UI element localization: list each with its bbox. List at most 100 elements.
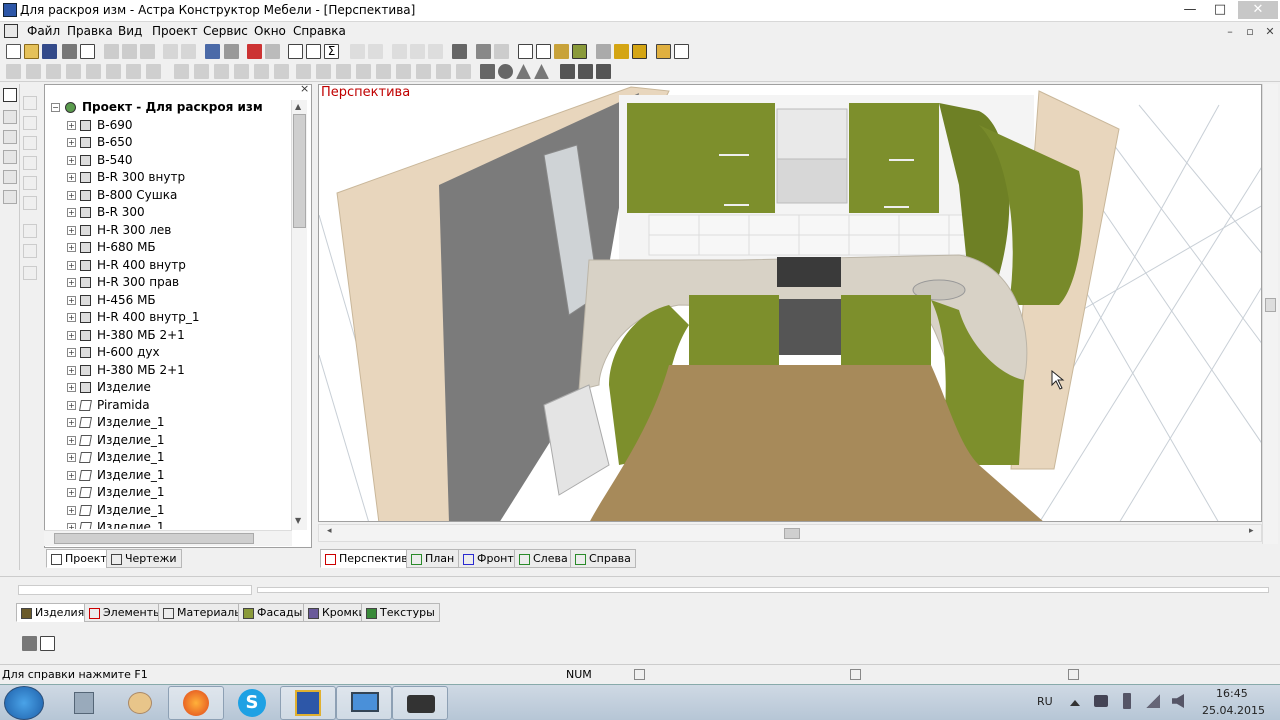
box-view-icon[interactable] <box>518 44 533 59</box>
menu-window[interactable]: Окно <box>254 24 286 38</box>
video-app-icon[interactable] <box>392 686 448 720</box>
expand-icon[interactable]: + <box>67 225 76 235</box>
tree-vertical-scrollbar[interactable]: ▲ ▼ <box>291 100 307 530</box>
delete-icon[interactable] <box>494 44 509 59</box>
tab-drawings[interactable]: Чертежи <box>106 549 182 568</box>
language-indicator[interactable]: RU <box>1037 695 1053 708</box>
menu-service[interactable]: Сервис <box>203 24 248 38</box>
expand-icon[interactable]: + <box>67 418 76 427</box>
scroll-right-icon[interactable]: ▸ <box>1249 526 1254 536</box>
skype-app-icon[interactable]: S <box>224 686 280 720</box>
expand-icon[interactable]: + <box>67 260 76 270</box>
firefox-app-icon[interactable] <box>168 686 224 720</box>
align-center-icon[interactable] <box>86 64 101 79</box>
texture-view-icon[interactable] <box>572 44 587 59</box>
scheme-icon[interactable] <box>288 44 303 59</box>
undo-icon[interactable] <box>163 44 178 59</box>
tool-f-icon[interactable] <box>23 196 37 210</box>
expand-icon[interactable]: + <box>67 470 76 480</box>
cabinet-icon[interactable] <box>306 44 321 59</box>
view-horizontal-scrollbar[interactable]: ◂ ▸ <box>318 524 1262 542</box>
tool-i-icon[interactable] <box>23 266 37 280</box>
dim-top-icon[interactable] <box>296 64 311 79</box>
grid-icon[interactable] <box>224 44 239 59</box>
wire-view-icon[interactable] <box>536 44 551 59</box>
align-right-icon[interactable] <box>26 64 41 79</box>
new-file-icon[interactable] <box>6 44 21 59</box>
light-icon[interactable] <box>632 44 647 59</box>
expand-icon[interactable]: + <box>67 278 76 287</box>
scroll-down-icon[interactable]: ▼ <box>295 516 301 525</box>
tool-e-icon[interactable] <box>23 176 37 190</box>
perspective-viewport[interactable]: Перспектива <box>318 84 1262 522</box>
zoom-out-icon[interactable] <box>410 44 425 59</box>
tool-a-icon[interactable] <box>23 96 37 110</box>
preview-small-icon[interactable] <box>40 636 55 651</box>
expand-icon[interactable]: + <box>67 243 76 252</box>
pen-icon[interactable] <box>3 110 17 124</box>
tab-products[interactable]: Изделия <box>16 603 90 622</box>
dim-bottom-icon[interactable] <box>316 64 331 79</box>
paint-app-icon[interactable] <box>112 686 168 720</box>
pyramid-icon[interactable] <box>534 64 549 79</box>
dim-grid-icon[interactable] <box>396 64 411 79</box>
sum-icon[interactable]: Σ <box>324 44 339 59</box>
lamp-icon[interactable] <box>614 44 629 59</box>
print-preview-icon[interactable] <box>80 44 95 59</box>
dim-width-icon[interactable] <box>336 64 351 79</box>
battery-icon[interactable] <box>1123 693 1131 709</box>
camera-icon[interactable] <box>3 130 17 144</box>
align-top-icon[interactable] <box>46 64 61 79</box>
distribute-icon[interactable] <box>368 44 383 59</box>
tab-plan[interactable]: План <box>406 549 460 568</box>
maximize-button[interactable]: □ <box>1206 1 1234 19</box>
tray-expand-icon[interactable] <box>1070 695 1080 706</box>
tab-facades[interactable]: Фасады <box>238 603 308 622</box>
tool-d-icon[interactable] <box>23 156 37 170</box>
paste-icon[interactable] <box>140 44 155 59</box>
rectangle-icon[interactable] <box>3 150 17 164</box>
tree-horizontal-scrollbar[interactable] <box>44 530 292 546</box>
panel-close-icon[interactable]: × <box>300 83 310 94</box>
expand-icon[interactable]: + <box>67 155 76 165</box>
computer-app-icon[interactable] <box>336 686 392 720</box>
snap-right-icon[interactable] <box>234 64 249 79</box>
element-icon[interactable] <box>247 44 262 59</box>
expand-icon[interactable]: + <box>67 400 76 410</box>
close-button[interactable]: ✕ <box>1238 1 1278 19</box>
menu-view[interactable]: Вид <box>118 24 142 38</box>
tool-g-icon[interactable] <box>23 224 37 238</box>
edge-icon[interactable] <box>596 64 611 79</box>
tool-c-icon[interactable] <box>23 136 37 150</box>
network-icon[interactable] <box>1094 695 1108 707</box>
expand-icon[interactable]: + <box>67 138 76 147</box>
tab-left[interactable]: Слева <box>514 549 573 568</box>
copy-icon[interactable] <box>122 44 137 59</box>
expand-icon[interactable]: + <box>67 523 76 529</box>
expand-icon[interactable]: + <box>67 383 76 392</box>
save-icon[interactable] <box>42 44 57 59</box>
mdi-maximize-button[interactable]: ▫ <box>1242 25 1258 39</box>
align-icon[interactable] <box>350 44 365 59</box>
expand-icon[interactable]: + <box>67 488 76 497</box>
zoom-fit-icon[interactable] <box>428 44 443 59</box>
menu-edit[interactable]: Правка <box>67 24 113 38</box>
expand-icon[interactable]: + <box>67 365 76 375</box>
align-left-icon[interactable] <box>6 64 21 79</box>
expand-icon[interactable]: + <box>67 295 76 305</box>
view-vscroll-thumb[interactable] <box>1265 298 1276 312</box>
volume-icon[interactable] <box>1172 694 1184 708</box>
layers-icon[interactable] <box>596 44 611 59</box>
move-icon[interactable] <box>476 44 491 59</box>
erase-icon[interactable] <box>3 190 17 204</box>
astra-app-icon[interactable] <box>280 686 336 720</box>
insert-icon[interactable] <box>265 44 280 59</box>
mdi-minimize-button[interactable]: – <box>1222 25 1238 39</box>
expand-icon[interactable]: + <box>67 453 76 462</box>
expand-icon[interactable]: + <box>67 120 76 130</box>
expand-icon[interactable]: + <box>67 348 76 357</box>
brush-icon[interactable] <box>3 170 17 184</box>
snap-bottom-icon[interactable] <box>194 64 209 79</box>
open-folder-icon[interactable] <box>24 44 39 59</box>
snap-left-icon[interactable] <box>214 64 229 79</box>
